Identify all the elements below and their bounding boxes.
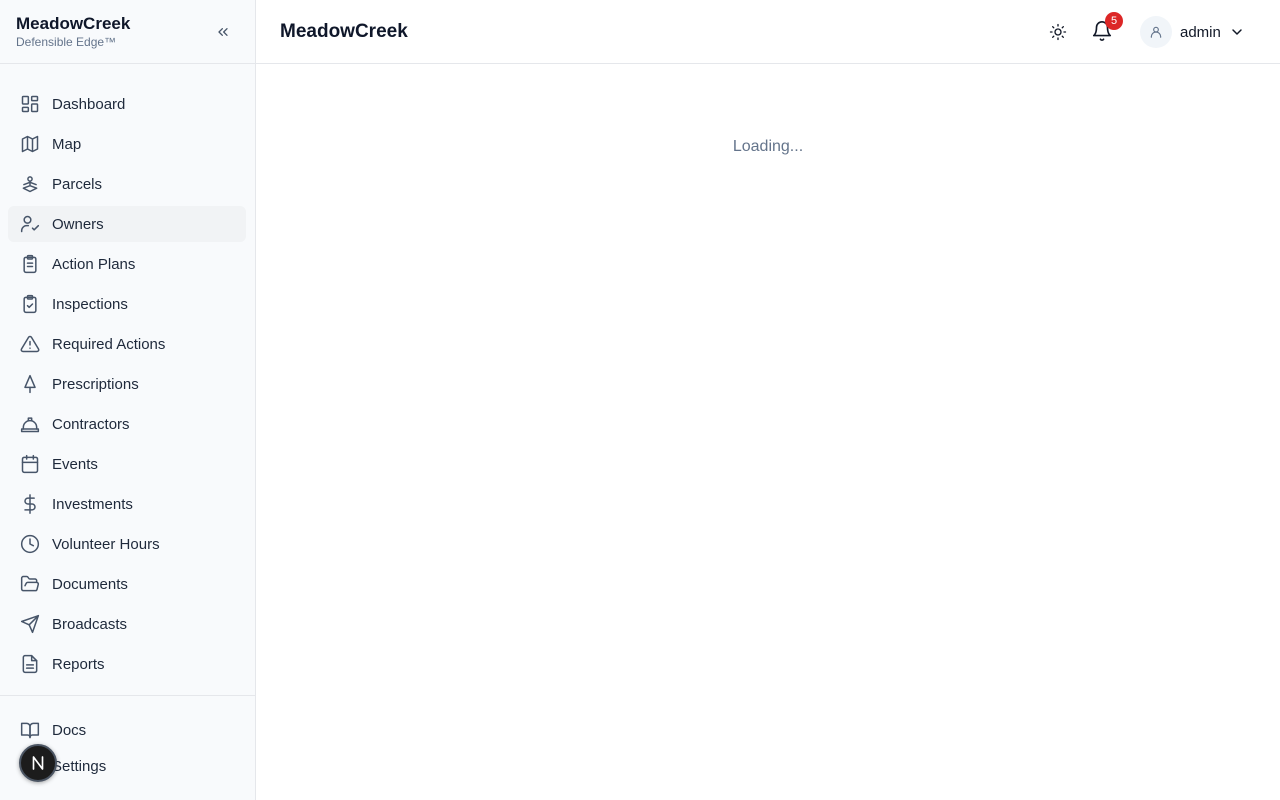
brand-subtitle: Defensible Edge™ [16, 35, 117, 49]
hard-hat-icon [20, 414, 40, 434]
book-icon [20, 720, 40, 740]
sidebar-item-inspections[interactable]: Inspections [8, 286, 246, 322]
dashboard-icon [20, 94, 40, 114]
tree-icon [20, 374, 40, 394]
sidebar-item-label: Documents [52, 575, 128, 593]
sidebar-item-docs[interactable]: Docs [8, 712, 246, 748]
sidebar-nav: Dashboard Map Parcels Owners Action Plan… [0, 64, 255, 682]
send-icon [20, 614, 40, 634]
calendar-icon [20, 454, 40, 474]
parcels-icon [20, 174, 40, 194]
sidebar-item-investments[interactable]: Investments [8, 486, 246, 522]
user-name: admin [1180, 23, 1221, 41]
sidebar-item-label: Inspections [52, 295, 128, 313]
sidebar-item-label: Docs [52, 721, 87, 739]
user-icon [1150, 26, 1162, 38]
sidebar-item-map[interactable]: Map [8, 126, 246, 162]
clock-icon [20, 534, 40, 554]
avatar [1140, 16, 1172, 48]
sidebar-item-label: Owners [52, 215, 104, 233]
sidebar-item-action-plans[interactable]: Action Plans [8, 246, 246, 282]
sidebar-item-owners[interactable]: Owners [8, 206, 246, 242]
notification-count-badge: 5 [1105, 12, 1123, 30]
top-bar: MeadowCreek 5 admin [256, 0, 1280, 64]
sidebar-item-volunteer-hours[interactable]: Volunteer Hours [8, 526, 246, 562]
file-text-icon [20, 654, 40, 674]
sidebar-item-label: Dashboard [52, 95, 126, 113]
n-logo-icon [32, 756, 44, 770]
theme-toggle-button[interactable] [1046, 20, 1070, 44]
clipboard-check-icon [20, 294, 40, 314]
sidebar-item-prescriptions[interactable]: Prescriptions [8, 366, 246, 402]
clipboard-icon [20, 254, 40, 274]
sun-icon [1049, 23, 1067, 41]
sidebar-item-documents[interactable]: Documents [8, 566, 246, 602]
sidebar-item-dashboard[interactable]: Dashboard [8, 86, 246, 122]
collapse-sidebar-button[interactable] [213, 22, 233, 42]
chevron-down-icon [1229, 24, 1245, 40]
sidebar-item-label: Map [52, 135, 82, 153]
sidebar-item-label: Investments [52, 495, 133, 513]
sidebar-item-parcels[interactable]: Parcels [8, 166, 246, 202]
main-content: Loading... [256, 64, 1280, 800]
sidebar-item-events[interactable]: Events [8, 446, 246, 482]
sidebar-item-required-actions[interactable]: Required Actions [8, 326, 246, 362]
folder-open-icon [20, 574, 40, 594]
owners-icon [20, 214, 40, 234]
sidebar-item-label: Contractors [52, 415, 130, 433]
sidebar-item-label: Settings [52, 757, 107, 775]
sidebar-item-label: Reports [52, 655, 105, 673]
brand-title: MeadowCreek [16, 14, 131, 33]
n-logo-button[interactable] [19, 744, 57, 782]
sidebar-item-label: Broadcasts [52, 615, 128, 633]
brand: MeadowCreek Defensible Edge™ [0, 0, 255, 64]
chevrons-left-icon [218, 27, 228, 36]
sidebar-item-reports[interactable]: Reports [8, 646, 246, 682]
sidebar-item-label: Action Plans [52, 255, 136, 273]
sidebar-item-label: Prescriptions [52, 375, 139, 393]
page-title: MeadowCreek [280, 21, 408, 42]
map-icon [20, 134, 40, 154]
sidebar-item-label: Volunteer Hours [52, 535, 160, 553]
dollar-icon [20, 494, 40, 514]
warning-icon [20, 334, 40, 354]
sidebar: MeadowCreek Defensible Edge™ Dashboard M… [0, 0, 256, 800]
sidebar-item-label: Required Actions [52, 335, 166, 353]
sidebar-item-contractors[interactable]: Contractors [8, 406, 246, 442]
user-menu[interactable]: admin [1140, 16, 1245, 48]
sidebar-item-label: Events [52, 455, 98, 473]
sidebar-item-label: Parcels [52, 175, 103, 193]
loading-text: Loading... [732, 138, 804, 155]
sidebar-item-broadcasts[interactable]: Broadcasts [8, 606, 246, 642]
